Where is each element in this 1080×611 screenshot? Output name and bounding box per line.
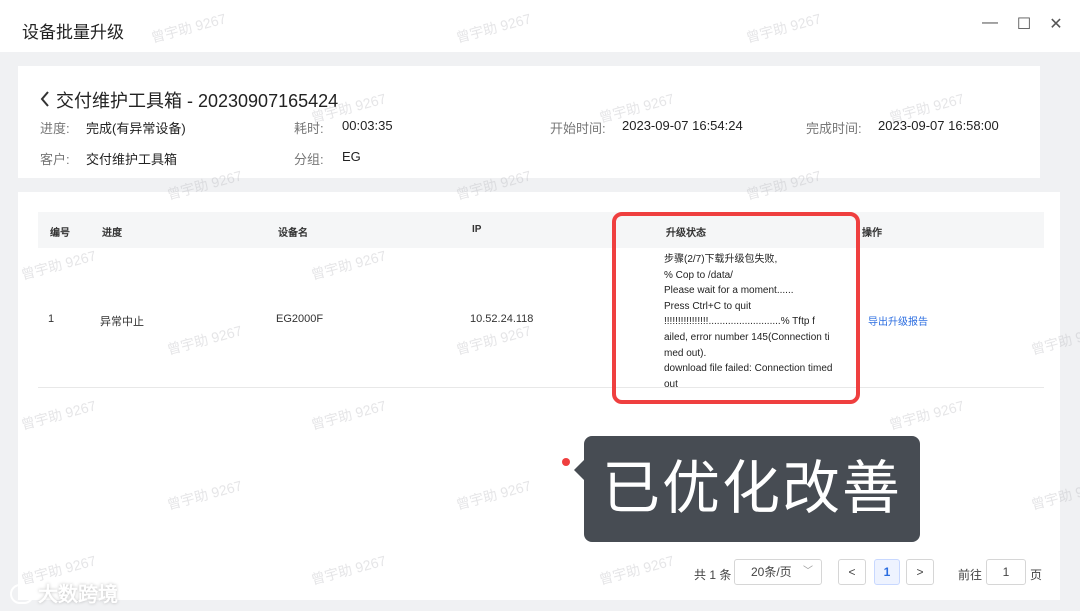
brand-logo: 大数跨境	[10, 578, 118, 607]
chevron-down-icon: ﹀	[803, 566, 813, 577]
start-time-label: 开始时间:	[550, 121, 606, 136]
page-size-select[interactable]: 20条/页 ﹀	[734, 559, 822, 585]
cell-progress: 异常中止	[100, 316, 144, 328]
prev-page-button[interactable]: <	[838, 559, 866, 585]
cell-no: 1	[48, 313, 55, 325]
highlight-box	[612, 212, 860, 404]
end-time-label: 完成时间:	[806, 121, 862, 136]
table-header	[38, 212, 1044, 248]
elapsed-value: 00:03:35	[342, 118, 393, 133]
chevron-left-icon[interactable]	[40, 91, 50, 112]
header-progress: 进度	[102, 228, 122, 239]
window-title: 设备批量升级	[22, 23, 124, 42]
pagination-total: 共 1 条	[694, 568, 732, 582]
progress-value: 完成(有异常设备)	[86, 121, 186, 136]
minimize-icon[interactable]: —	[980, 14, 1000, 32]
title-bar: 设备批量升级 — ☐ ✕	[0, 0, 1080, 52]
elapsed-label: 耗时:	[294, 121, 324, 136]
customer-value: 交付维护工具箱	[86, 152, 178, 167]
task-title: 交付维护工具箱 - 20230907165424	[56, 91, 339, 111]
page-size-value: 20条/页	[751, 565, 792, 579]
brand-text: 大数跨境	[38, 584, 118, 606]
cell-ip: 10.52.24.118	[470, 313, 534, 325]
page-unit-label: 页	[1030, 568, 1043, 582]
callout-label: 已优化改善	[584, 436, 920, 542]
export-report-link[interactable]: 导出升级报告	[868, 313, 928, 328]
header-device: 设备名	[278, 228, 308, 239]
page-1-button[interactable]: 1	[874, 559, 900, 585]
callout-pointer	[574, 460, 584, 480]
header-ip: IP	[472, 224, 482, 235]
header-action: 操作	[862, 228, 882, 239]
group-label: 分组:	[294, 152, 324, 167]
callout-dot	[562, 458, 570, 466]
group-value: EG	[342, 149, 361, 164]
brand-icon	[10, 584, 34, 604]
customer-label: 客户:	[40, 152, 70, 167]
close-icon[interactable]: ✕	[1046, 14, 1066, 34]
cell-device: EG2000F	[276, 313, 324, 325]
next-page-button[interactable]: >	[906, 559, 934, 585]
back-title[interactable]: 交付维护工具箱 - 20230907165424	[40, 87, 338, 113]
goto-page-input[interactable]: 1	[986, 559, 1026, 585]
goto-label: 前往	[958, 568, 983, 582]
header-no: 编号	[50, 228, 70, 239]
end-time-value: 2023-09-07 16:58:00	[878, 118, 999, 133]
progress-label: 进度:	[40, 121, 70, 136]
start-time-value: 2023-09-07 16:54:24	[622, 118, 743, 133]
maximize-icon[interactable]: ☐	[1014, 14, 1034, 34]
row-divider	[38, 387, 1044, 388]
